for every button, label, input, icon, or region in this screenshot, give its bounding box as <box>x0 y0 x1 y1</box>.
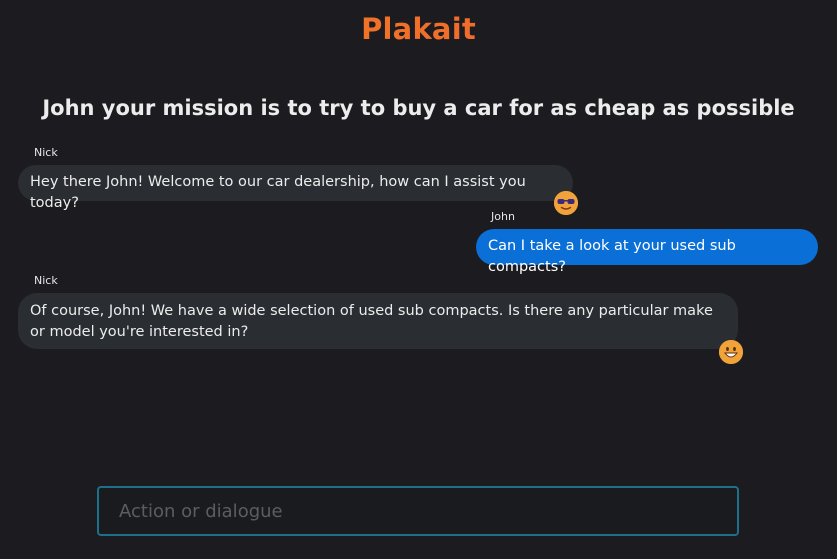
sunglasses-face-icon <box>554 191 578 215</box>
message-sender: John <box>491 210 515 223</box>
app-logo-title: Plakait <box>0 12 837 46</box>
mission-heading: John your mission is to try to buy a car… <box>42 96 795 120</box>
chat-app: Plakait John your mission is to try to b… <box>0 0 837 559</box>
action-dialogue-input[interactable] <box>99 488 737 534</box>
grinning-face-icon <box>719 340 743 364</box>
message-sender: Nick <box>34 146 58 159</box>
bot-message-bubble: Hey there John! Welcome to our car deale… <box>18 165 573 211</box>
bot-message-bubble: Of course, John! We have a wide selectio… <box>18 293 738 349</box>
composer <box>97 486 739 536</box>
user-message-bubble: Can I take a look at your used sub compa… <box>476 229 818 275</box>
message-sender: Nick <box>34 274 58 287</box>
